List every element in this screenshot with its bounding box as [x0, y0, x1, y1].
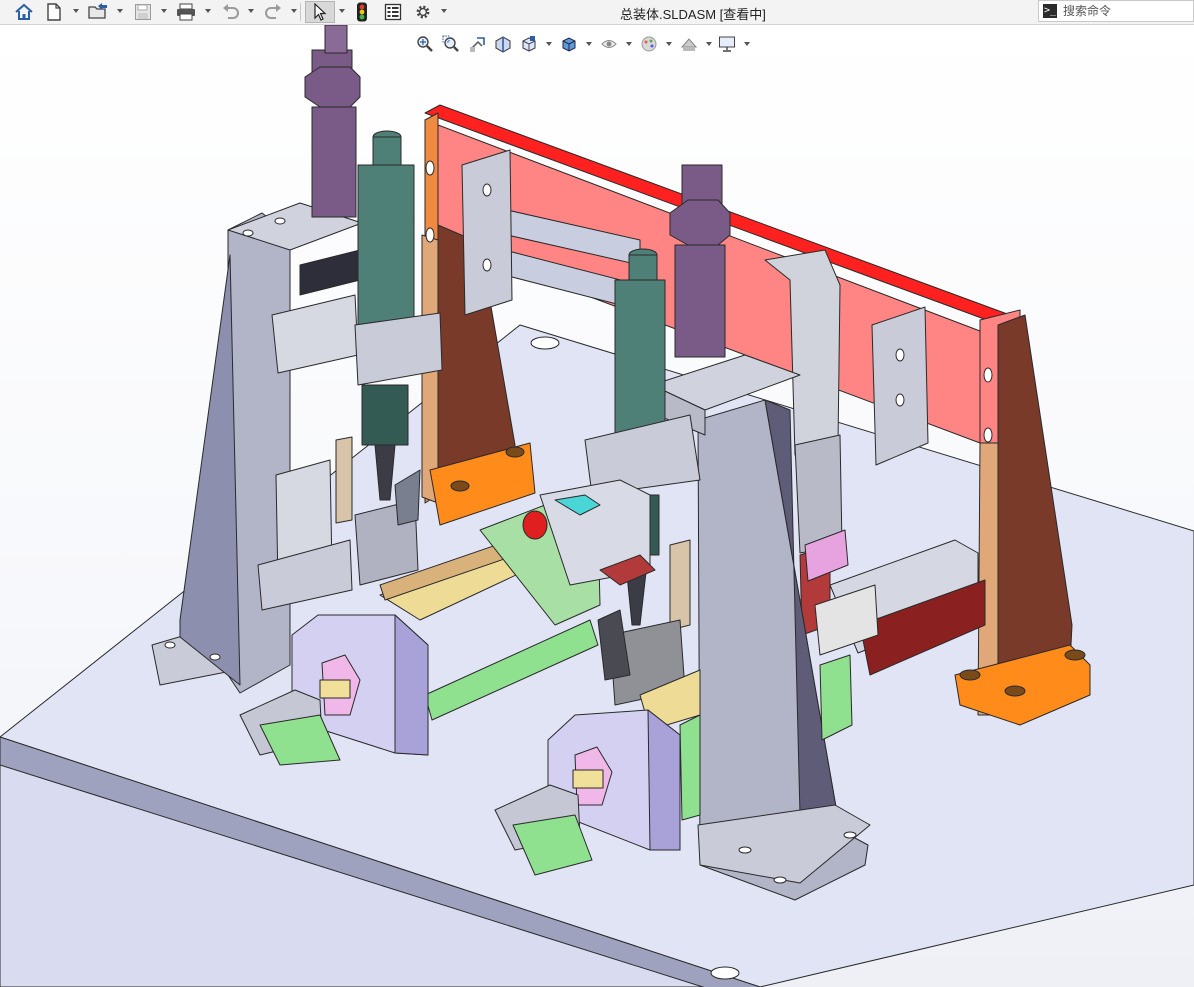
undo-dropdown-caret[interactable] — [248, 9, 254, 13]
print-dropdown-caret[interactable] — [205, 9, 211, 13]
graphics-viewport[interactable] — [0, 25, 1194, 987]
open-dropdown-caret[interactable] — [117, 9, 123, 13]
command-prompt-icon: >_ — [1043, 4, 1057, 18]
new-dropdown-caret[interactable] — [73, 9, 79, 13]
left-red-cap — [522, 510, 548, 540]
undo-icon[interactable] — [220, 1, 242, 23]
right-holder-side — [647, 709, 681, 851]
select-dropdown-caret[interactable] — [339, 9, 345, 13]
right-spring — [669, 539, 691, 631]
right-purple-cylinder — [674, 244, 726, 358]
print-icon[interactable] — [174, 1, 198, 23]
left-spring — [335, 436, 353, 524]
settings-gear-icon[interactable] — [412, 1, 434, 23]
select-arrow-icon[interactable] — [305, 1, 335, 23]
document-title: 总装体.SLDASM [查看中] — [620, 7, 766, 22]
new-document-icon[interactable] — [44, 1, 64, 23]
plate-hole — [530, 336, 560, 350]
left-dark-collar — [299, 249, 361, 296]
traffic-light-icon[interactable] — [352, 1, 372, 23]
left-cylinder-nut — [304, 66, 361, 108]
right-teal-cap — [628, 254, 658, 281]
rod-end-block-right — [871, 306, 929, 466]
save-dropdown-caret[interactable] — [161, 9, 167, 13]
settings-dropdown-caret[interactable] — [441, 9, 447, 13]
open-folder-icon[interactable] — [86, 1, 110, 23]
right-green-strip — [679, 714, 701, 821]
right-green-block — [819, 654, 853, 741]
left-cylinder-rod — [324, 25, 348, 54]
left-latch-pin — [319, 679, 351, 699]
save-icon[interactable] — [132, 1, 154, 23]
search-input[interactable] — [1063, 2, 1189, 20]
right-latch-pin — [572, 769, 604, 789]
right-cylinder-rod-end — [681, 164, 723, 206]
file-properties-icon[interactable] — [382, 1, 404, 23]
title-bar: 总装体.SLDASM [查看中] >_ — [0, 0, 1194, 25]
search-commands-box[interactable]: >_ — [1038, 0, 1194, 22]
redo-icon[interactable] — [262, 1, 284, 23]
left-purple-cylinder — [311, 106, 357, 218]
left-tower-rib — [179, 254, 241, 686]
redo-dropdown-caret[interactable] — [291, 9, 297, 13]
home-icon[interactable] — [12, 1, 36, 23]
toolbar-separator — [300, 3, 301, 21]
plate-hole — [710, 966, 740, 980]
right-cylinder-nut — [669, 199, 731, 246]
left-teal-cylinder — [357, 164, 415, 331]
assembly-3d-model[interactable] — [0, 25, 1194, 987]
rod-end-block-left — [461, 149, 513, 316]
left-teal-cap — [372, 136, 402, 166]
left-teal-lower-body — [361, 384, 409, 446]
